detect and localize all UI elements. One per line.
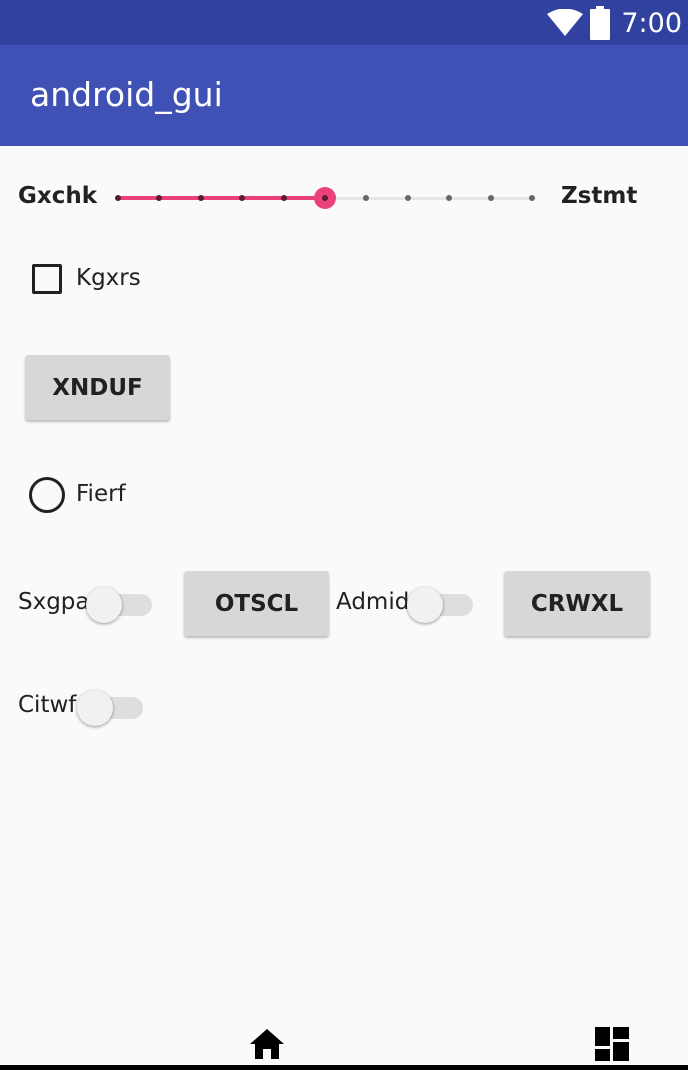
status-bar: 7:00 — [0, 0, 688, 45]
seekbar-tick — [363, 195, 370, 201]
switch-citwf-label: Citwf — [18, 692, 77, 718]
home-icon[interactable] — [249, 1028, 285, 1060]
checkbox-label: Kgxrs — [76, 265, 141, 291]
switch-sxgpa[interactable] — [86, 584, 154, 624]
dashboard-icon[interactable] — [595, 1027, 629, 1061]
checkbox-kgxrs[interactable] — [32, 264, 62, 294]
seekbar[interactable] — [115, 178, 535, 218]
switch-thumb — [86, 587, 122, 623]
xnduf-button[interactable]: XNDUF — [25, 355, 170, 420]
seekbar-tick — [239, 195, 246, 201]
seekbar-tick — [487, 195, 494, 201]
crwxl-button[interactable]: CRWXL — [504, 571, 650, 636]
radio-label: Fierf — [76, 481, 126, 507]
navigation-bar — [0, 1010, 688, 1070]
seekbar-tick — [404, 195, 411, 201]
switch-thumb — [407, 587, 443, 623]
switch-citwf[interactable] — [77, 687, 145, 727]
switch-thumb — [77, 690, 113, 726]
app-bar: android_gui — [0, 45, 688, 146]
status-time: 7:00 — [621, 7, 682, 39]
wifi-icon — [547, 9, 584, 36]
switch-admid-label: Admid — [336, 589, 410, 615]
seekbar-progress — [118, 196, 325, 200]
seekbar-tick — [529, 195, 535, 201]
seekbar-tick — [115, 195, 121, 201]
otscl-button[interactable]: OTSCL — [184, 571, 329, 636]
status-icons: 7:00 — [547, 6, 682, 40]
slider-start-label: Gxchk — [18, 183, 98, 209]
slider-end-label: Zstmt — [561, 183, 638, 209]
seekbar-tick — [156, 195, 163, 201]
app-title: android_gui — [30, 75, 223, 114]
seekbar-tick — [280, 195, 287, 201]
seekbar-tick — [446, 195, 453, 201]
switch-admid[interactable] — [407, 584, 475, 624]
seekbar-tick — [197, 195, 204, 201]
radio-fierf[interactable] — [29, 477, 65, 513]
switch-sxgpa-label: Sxgpa — [18, 589, 90, 615]
battery-icon — [590, 6, 611, 40]
seekbar-thumb[interactable] — [314, 187, 336, 209]
seekbar-thumb-dot — [322, 195, 328, 201]
nav-bottom-line — [0, 1065, 688, 1070]
